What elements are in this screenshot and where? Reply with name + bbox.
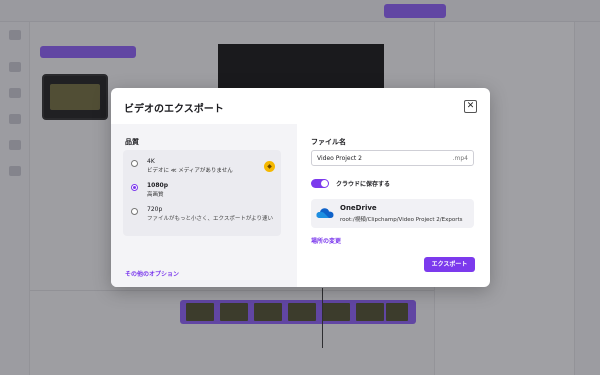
option-subtitle: ファイルがもっと小さく、エクスポートがより速い (147, 216, 273, 222)
filename-value: Video Project 2 (317, 155, 362, 162)
option-title: 720p (147, 206, 163, 213)
export-button[interactable]: エクスポート (424, 257, 475, 272)
close-icon: ✕ (466, 101, 475, 111)
quality-label: 品質 (125, 138, 139, 146)
export-button-label: エクスポート (431, 261, 468, 268)
cloud-save-label: クラウドに保存する (336, 181, 391, 188)
location-path: root:/視頻/Clipchamp/Video Project 2/Expor… (340, 217, 463, 223)
onedrive-cloud-icon (316, 208, 334, 218)
quality-options: 4K ビデオに ≪ メディアがありません 1080p 高画質 720p ファイル… (123, 150, 281, 236)
radio-4k[interactable] (131, 160, 138, 167)
more-options-link[interactable]: その他のオプション (125, 269, 179, 278)
close-button[interactable]: ✕ (464, 100, 477, 113)
filename-extension: .mp4 (452, 155, 468, 162)
option-subtitle: 高画質 (147, 192, 164, 198)
radio-1080p[interactable] (131, 184, 138, 191)
filename-input[interactable]: Video Project 2 .mp4 (311, 150, 474, 166)
option-title: 1080p (147, 182, 168, 189)
radio-720p[interactable] (131, 208, 138, 215)
premium-gem-icon: ◆ (264, 161, 275, 172)
option-subtitle: ビデオに ≪ メディアがありません (147, 168, 233, 174)
change-location-link[interactable]: 場所の変更 (311, 236, 341, 245)
save-location-card: OneDrive root:/視頻/Clipchamp/Video Projec… (311, 199, 474, 228)
option-title: 4K (147, 158, 155, 165)
quality-pane: 品質 4K ビデオに ≪ メディアがありません 1080p 高画質 720p フ… (111, 124, 297, 287)
export-dialog: ビデオのエクスポート ✕ 品質 4K ビデオに ≪ メディアがありません 108… (111, 88, 490, 287)
location-name: OneDrive (340, 204, 377, 212)
cloud-save-toggle[interactable] (311, 179, 329, 188)
dialog-title: ビデオのエクスポート (124, 104, 224, 115)
filename-label: ファイル名 (311, 138, 346, 146)
